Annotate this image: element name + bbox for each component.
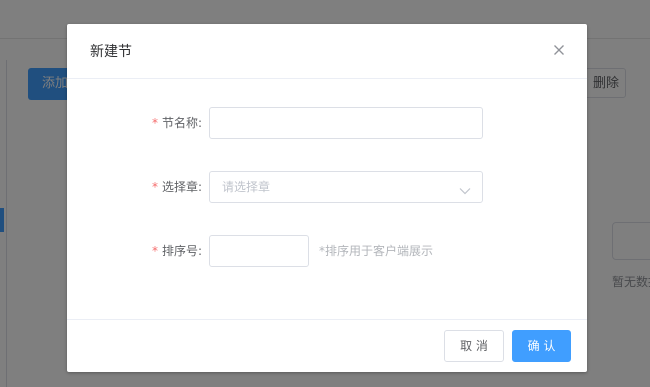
section-name-label: * 节名称:	[151, 116, 202, 130]
required-mark: *	[151, 180, 158, 194]
order-hint: *排序用于客户端展示	[319, 244, 434, 258]
new-section-dialog: 新建节 * 节名称: * 选择章: 请选择章 * 排序号: *排序用于客户端展示 取 …	[67, 24, 587, 372]
chapter-select[interactable]: 请选择章	[209, 171, 483, 203]
cancel-button[interactable]: 取 消	[444, 330, 504, 362]
dialog-header: 新建节	[67, 24, 587, 79]
chevron-down-icon	[459, 182, 471, 201]
form-row-chapter: * 选择章: 请选择章	[67, 171, 587, 203]
chapter-select-placeholder: 请选择章	[222, 180, 271, 194]
order-label: * 排序号:	[151, 244, 202, 258]
form-row-section-name: * 节名称:	[67, 107, 587, 139]
dialog-footer: 取 消 确 认	[67, 319, 587, 373]
dialog-title: 新建节	[90, 44, 132, 60]
section-name-input[interactable]	[209, 107, 483, 139]
confirm-button[interactable]: 确 认	[512, 330, 571, 362]
required-mark: *	[151, 116, 158, 130]
close-icon[interactable]	[548, 39, 570, 61]
form-row-order: * 排序号: *排序用于客户端展示	[67, 235, 587, 267]
required-mark: *	[151, 244, 158, 258]
order-input[interactable]	[209, 235, 309, 267]
chapter-label: * 选择章:	[151, 180, 202, 194]
